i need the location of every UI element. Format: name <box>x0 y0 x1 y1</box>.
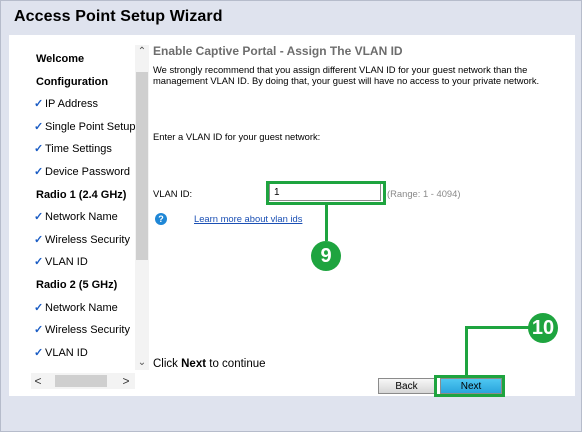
sidebar-item[interactable]: Welcome <box>9 48 135 70</box>
sidebar-item-label: Wireless Security <box>45 233 130 246</box>
sidebar-item-label: Welcome <box>36 53 85 65</box>
sidebar-vertical-scrollbar[interactable]: ⌃ ⌄ <box>135 45 149 370</box>
sidebar-item[interactable]: ✓ VLAN ID <box>9 342 135 364</box>
page-title: Enable Captive Portal - Assign The VLAN … <box>153 44 403 58</box>
sidebar-item[interactable]: Radio 2 (5 GHz) <box>9 274 135 296</box>
learn-more-link[interactable]: Learn more about vlan ids <box>194 213 302 224</box>
sidebar-item-label: Configuration <box>36 75 109 88</box>
sidebar-item-label: IP Address <box>45 98 98 111</box>
sidebar-item[interactable]: ✓ IP Address <box>9 93 135 115</box>
scrollbar-thumb[interactable] <box>136 72 148 260</box>
vlan-range-hint: (Range: 1 - 4094) <box>387 188 461 199</box>
sidebar-item[interactable]: ✓ VLAN ID <box>9 251 135 273</box>
sidebar-item-label: Device Password <box>45 166 130 178</box>
sidebar-item-label: Radio 1 (2.4 GHz) <box>36 188 127 201</box>
sidebar-horizontal-scrollbar[interactable]: < > <box>31 373 135 389</box>
marker-9-leader <box>325 205 328 241</box>
checkmark-icon: ✓ <box>34 233 44 246</box>
sidebar-item-label: Single Point Setup <box>45 120 135 133</box>
checkmark-icon: ✓ <box>34 120 44 133</box>
chevron-right-icon[interactable]: > <box>119 373 133 389</box>
checkmark-icon: ✓ <box>34 166 44 178</box>
sidebar-item[interactable]: ✓ Device Password <box>9 161 135 183</box>
checkmark-icon: ✓ <box>34 143 44 156</box>
sidebar-item[interactable]: ✓ Time Settings <box>9 138 135 160</box>
checkmark-icon: ✓ <box>34 301 44 314</box>
main-panel: Enable Captive Portal - Assign The VLAN … <box>150 35 575 396</box>
continue-suffix: to continue <box>206 358 266 370</box>
chevron-up-icon[interactable]: ⌃ <box>135 45 149 59</box>
continue-instruction: Click Next to continue <box>153 358 266 370</box>
vlan-input-highlight <box>266 181 386 205</box>
sidebar-item-label: Network Name <box>45 211 118 224</box>
sidebar-item[interactable]: Configuration <box>9 71 135 93</box>
step-marker-9: 9 <box>311 241 341 271</box>
chevron-down-icon[interactable]: ⌄ <box>135 356 149 370</box>
checkmark-icon: ✓ <box>34 346 44 359</box>
help-icon: ? <box>155 213 167 225</box>
sidebar-item[interactable]: ✓ Single Point Setup <box>9 116 135 138</box>
sidebar-item-label: Time Settings <box>45 143 112 156</box>
checkmark-icon: ✓ <box>34 324 44 337</box>
checkmark-icon: ✓ <box>34 211 44 224</box>
vlan-prompt: Enter a VLAN ID for your guest network: <box>153 131 321 142</box>
sidebar-item-label: Network Name <box>45 301 118 314</box>
marker-10-leader-h <box>465 326 529 329</box>
continue-bold: Next <box>181 358 207 370</box>
wizard-content: Welcome Configuration ✓ IP Address ✓ Single P… <box>9 35 575 396</box>
sidebar-item[interactable]: ✓ Wireless Security <box>9 229 135 251</box>
title-bar: Access Point Setup Wizard <box>1 1 581 33</box>
checkmark-icon: ✓ <box>34 98 44 111</box>
sidebar-nav: Welcome Configuration ✓ IP Address ✓ Single P… <box>9 35 135 371</box>
next-button-highlight <box>434 375 505 397</box>
chevron-left-icon[interactable]: < <box>31 373 45 389</box>
vlan-id-label: VLAN ID: <box>153 188 193 199</box>
sidebar-item-label: Wireless Security <box>45 324 130 337</box>
sidebar-item[interactable]: Radio 1 (2.4 GHz) <box>9 184 135 206</box>
sidebar-item[interactable]: ✓ Network Name <box>9 206 135 228</box>
sidebar-item-label: VLAN ID <box>45 346 88 359</box>
sidebar-item[interactable]: ✓ Wireless Security <box>9 319 135 341</box>
scrollbar-thumb[interactable] <box>55 375 107 387</box>
sidebar-item[interactable]: ✓ Network Name <box>9 297 135 319</box>
checkmark-icon: ✓ <box>34 256 44 269</box>
sidebar-item-label: Radio 2 (5 GHz) <box>36 279 118 291</box>
sidebar-item-label: VLAN ID <box>45 256 88 269</box>
sidebar: Welcome Configuration ✓ IP Address ✓ Single P… <box>9 35 149 396</box>
wizard-window: Access Point Setup Wizard Welcome Configu… <box>0 0 582 432</box>
window-title: Access Point Setup Wizard <box>14 8 223 25</box>
continue-prefix: Click <box>153 358 182 370</box>
description-text: We strongly recommend that you assign di… <box>153 64 540 86</box>
step-marker-10: 10 <box>528 313 558 343</box>
back-button[interactable]: Back <box>378 378 435 394</box>
marker-10-leader-v <box>465 326 468 376</box>
